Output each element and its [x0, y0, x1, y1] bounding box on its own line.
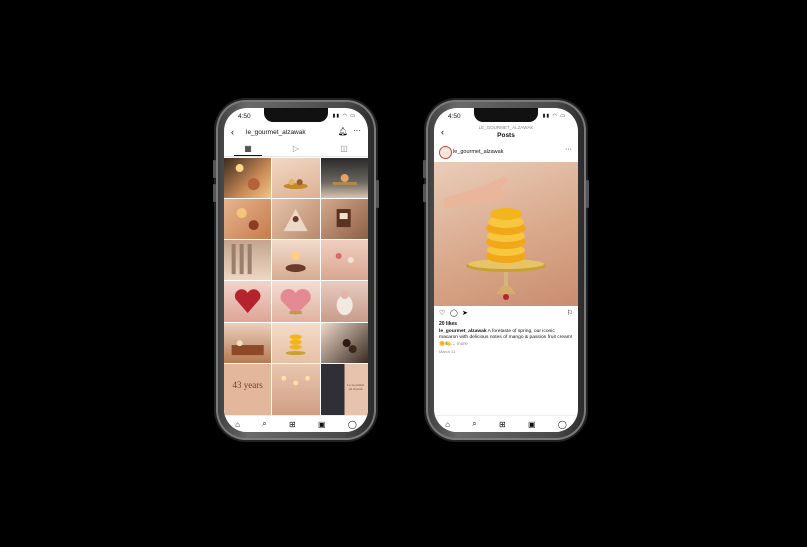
status-time: 4:50: [238, 113, 251, 120]
post-header: le_gourmet_alzawak ···: [434, 144, 578, 160]
post-thumbnail[interactable]: [320, 158, 368, 199]
grid-tab-icon[interactable]: ▦: [234, 144, 262, 156]
search-icon[interactable]: ⌕: [472, 419, 476, 429]
post-thumbnail[interactable]: [224, 281, 272, 322]
home-icon[interactable]: ⌂: [445, 420, 450, 429]
post-thumbnail[interactable]: Le Gourmet Al Zawak: [320, 363, 368, 416]
post-thumbnail[interactable]: [320, 240, 368, 281]
volume-button: [423, 160, 426, 178]
bottom-nav: ⌂ ⌕ ⊞ ▣ ◯: [224, 415, 368, 432]
tagged-tab-icon[interactable]: ◫: [330, 144, 358, 156]
notch: [474, 108, 538, 122]
power-button: [586, 180, 589, 208]
add-icon[interactable]: ⊞: [289, 420, 296, 429]
like-icon[interactable]: ♡: [439, 309, 445, 317]
post-screen: 4:50 ▮▮ ◠ ▭ ‹ LE_GOURMET_ALZAWAK Posts l…: [434, 108, 578, 432]
more-options-icon[interactable]: ···: [565, 146, 572, 153]
share-icon[interactable]: ➤: [462, 309, 468, 317]
caption-more-link[interactable]: more: [457, 342, 468, 347]
volume-button: [213, 184, 216, 202]
back-icon[interactable]: ‹: [231, 127, 234, 137]
shop-icon[interactable]: ▣: [318, 420, 326, 429]
years-badge-text: 43 years: [232, 380, 263, 391]
bell-icon[interactable]: 🔔︎: [338, 127, 348, 136]
signal-battery-icon: ▮▮ ◠ ▭: [332, 113, 356, 119]
post-username[interactable]: le_gourmet_alzawak: [453, 149, 503, 155]
shop-icon[interactable]: ▣: [528, 420, 536, 429]
volume-button: [423, 184, 426, 202]
post-thumbnail[interactable]: [320, 322, 368, 363]
post-thumbnail[interactable]: [320, 199, 368, 240]
caption-username[interactable]: le_gourmet_alzawak: [439, 329, 487, 334]
post-thumbnail[interactable]: [224, 199, 272, 240]
post-caption: le_gourmet_alzawak A foretaste of spring…: [439, 329, 573, 348]
post-thumbnail[interactable]: [272, 158, 320, 199]
add-icon[interactable]: ⊞: [499, 420, 506, 429]
post-image[interactable]: [434, 162, 578, 306]
status-time: 4:50: [448, 113, 461, 120]
profile-tabs: ▦ ▷ ◫: [224, 144, 368, 157]
post-thumbnail[interactable]: [224, 158, 272, 199]
profile-icon[interactable]: ◯: [348, 420, 357, 429]
power-button: [376, 180, 379, 208]
post-thumbnail[interactable]: [224, 322, 272, 363]
comment-icon[interactable]: ◯: [450, 309, 458, 317]
profile-header: ‹ le_gourmet_alzawak 🔔︎ ···: [224, 125, 368, 141]
more-options-icon[interactable]: ···: [353, 126, 361, 135]
signal-battery-icon: ▮▮ ◠ ▭: [542, 113, 566, 119]
volume-button: [213, 160, 216, 178]
home-icon[interactable]: ⌂: [235, 420, 240, 429]
post-thumbnail[interactable]: [320, 281, 368, 322]
hand-shape: [444, 176, 508, 208]
post-thumbnail[interactable]: [272, 322, 320, 363]
post-thumbnail[interactable]: [272, 281, 320, 322]
invitation-text: Le Gourmet Al Zawak: [347, 382, 365, 391]
right-phone-mockup: 4:50 ▮▮ ◠ ▭ ‹ LE_GOURMET_ALZAWAK Posts l…: [423, 100, 589, 440]
reels-tab-icon[interactable]: ▷: [282, 144, 310, 156]
left-phone-mockup: 4:50 ▮▮ ◠ ▭ ‹ le_gourmet_alzawak 🔔︎ ··· …: [213, 100, 379, 440]
notch: [264, 108, 328, 122]
post-thumbnail[interactable]: 43 years: [224, 363, 272, 416]
posts-header: ‹ LE_GOURMET_ALZAWAK Posts: [434, 125, 578, 141]
bottom-nav: ⌂ ⌕ ⊞ ▣ ◯: [434, 415, 578, 432]
likes-count[interactable]: 20 likes: [439, 321, 457, 327]
save-icon[interactable]: ⚐: [567, 309, 573, 317]
post-grid: 43 years Le Gourmet Al Zawak: [224, 158, 368, 416]
post-thumbnail[interactable]: [224, 240, 272, 281]
profile-icon[interactable]: ◯: [558, 420, 567, 429]
profile-screen: 4:50 ▮▮ ◠ ▭ ‹ le_gourmet_alzawak 🔔︎ ··· …: [224, 108, 368, 432]
header-title: Posts: [497, 132, 515, 139]
post-date: March 11: [439, 349, 456, 354]
header-username: LE_GOURMET_ALZAWAK: [478, 125, 534, 130]
profile-username: le_gourmet_alzawak: [246, 129, 306, 136]
post-thumbnail[interactable]: [272, 363, 320, 416]
avatar[interactable]: [439, 146, 452, 159]
post-actions: ♡ ◯ ➤ ⚐: [434, 309, 578, 319]
post-thumbnail[interactable]: [272, 240, 320, 281]
search-icon[interactable]: ⌕: [262, 419, 266, 429]
post-thumbnail[interactable]: [272, 199, 320, 240]
